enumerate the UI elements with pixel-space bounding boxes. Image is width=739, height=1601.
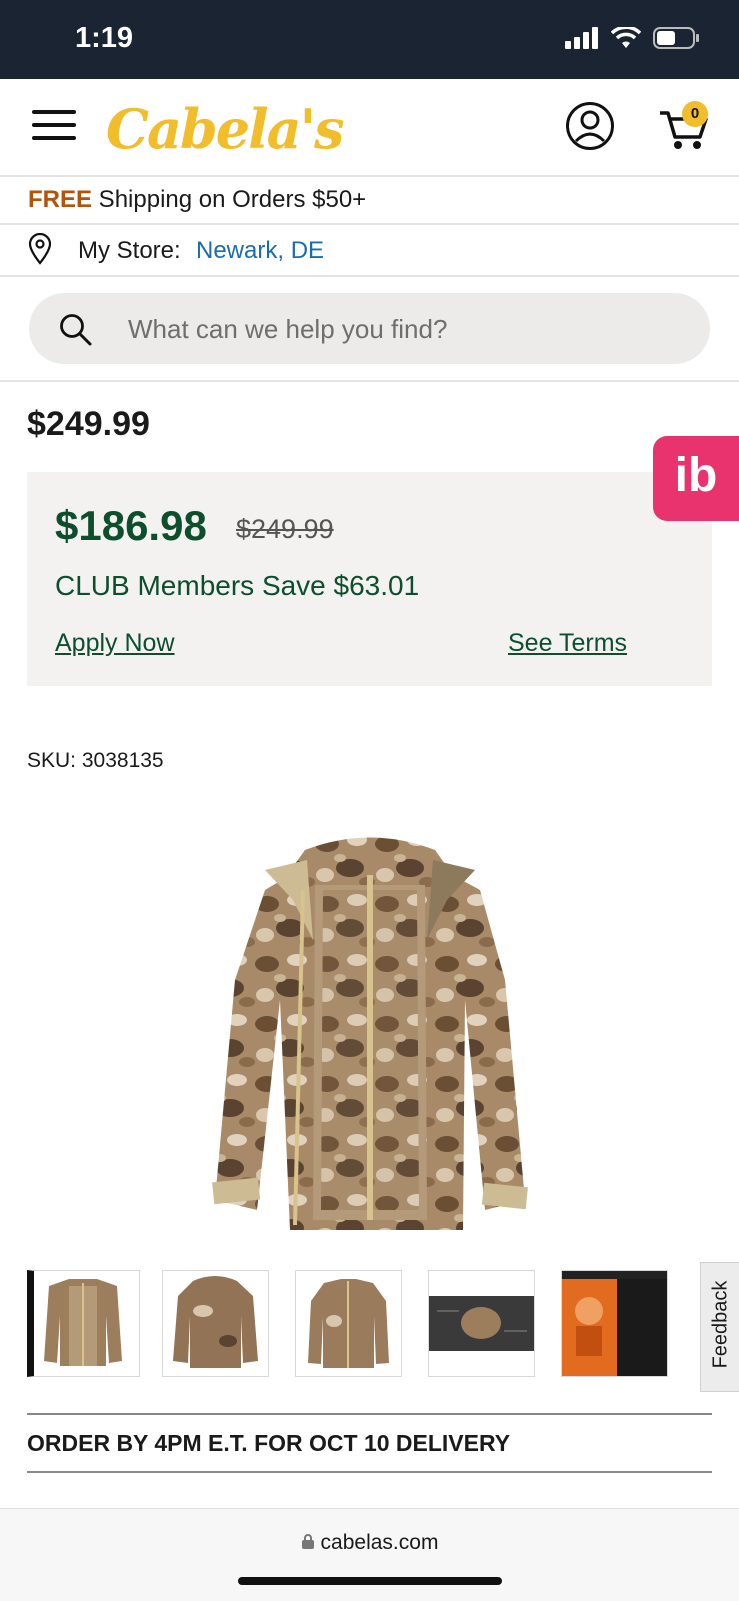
status-bar: 1:19 — [0, 0, 739, 79]
club-price: $186.98 — [55, 502, 207, 549]
see-terms-link[interactable]: See Terms — [508, 629, 627, 658]
cabelas-logo[interactable]: Cabela's — [106, 97, 345, 161]
product-image[interactable] — [195, 830, 545, 1260]
thumbnail-3[interactable] — [295, 1270, 402, 1377]
club-pricing-box: $186.98 $249.99 CLUB Members Save $63.01… — [27, 472, 712, 686]
thumbnail-4[interactable] — [428, 1270, 535, 1377]
home-indicator[interactable] — [238, 1577, 502, 1585]
free-label: FREE — [28, 186, 93, 213]
search-icon — [60, 314, 92, 346]
ibotta-badge[interactable]: ib — [653, 436, 739, 521]
battery-icon — [653, 27, 699, 49]
delivery-notice: ORDER BY 4PM E.T. FOR OCT 10 DELIVERY — [27, 1413, 712, 1473]
product-sku: SKU: 3038135 — [27, 749, 164, 772]
status-icons — [565, 26, 701, 50]
original-price: $249.99 — [236, 514, 334, 544]
url-display[interactable]: cabelas.com — [0, 1531, 739, 1555]
url-text: cabelas.com — [320, 1531, 439, 1554]
browser-url-bar[interactable]: cabelas.com — [0, 1508, 739, 1601]
account-icon[interactable] — [565, 101, 615, 156]
feedback-label: Feedback — [709, 1280, 732, 1369]
search-bar[interactable]: What can we help you find? — [29, 293, 710, 364]
wifi-icon — [611, 27, 641, 48]
free-shipping-banner[interactable]: FREE Shipping on Orders $50+ — [0, 177, 739, 225]
store-name-link[interactable]: Newark, DE — [196, 237, 324, 265]
product-price: $249.99 — [27, 405, 150, 443]
feedback-tab[interactable]: Feedback — [700, 1262, 739, 1392]
club-savings-text: CLUB Members Save $63.01 — [55, 570, 420, 601]
my-store-label: My Store: — [78, 237, 181, 264]
divider — [0, 380, 739, 382]
thumbnail-1[interactable] — [27, 1270, 140, 1377]
cart-button[interactable]: 0 — [658, 101, 714, 153]
thumbnail-2[interactable] — [162, 1270, 269, 1377]
status-time: 1:19 — [75, 22, 134, 54]
lock-icon — [301, 1534, 314, 1549]
signal-icon — [565, 27, 598, 49]
site-header: Cabela's 0 — [0, 79, 739, 177]
location-pin-icon — [28, 233, 52, 265]
thumbnail-5[interactable] — [561, 1270, 668, 1377]
apply-now-link[interactable]: Apply Now — [55, 629, 175, 658]
shipping-text: Shipping on Orders $50+ — [92, 186, 367, 213]
cart-count-badge: 0 — [682, 101, 708, 127]
thumbnail-strip — [27, 1270, 677, 1378]
search-input[interactable]: What can we help you find? — [128, 314, 447, 345]
hamburger-menu-icon[interactable] — [32, 110, 76, 140]
my-store-bar[interactable]: My Store: Newark, DE — [0, 225, 739, 277]
